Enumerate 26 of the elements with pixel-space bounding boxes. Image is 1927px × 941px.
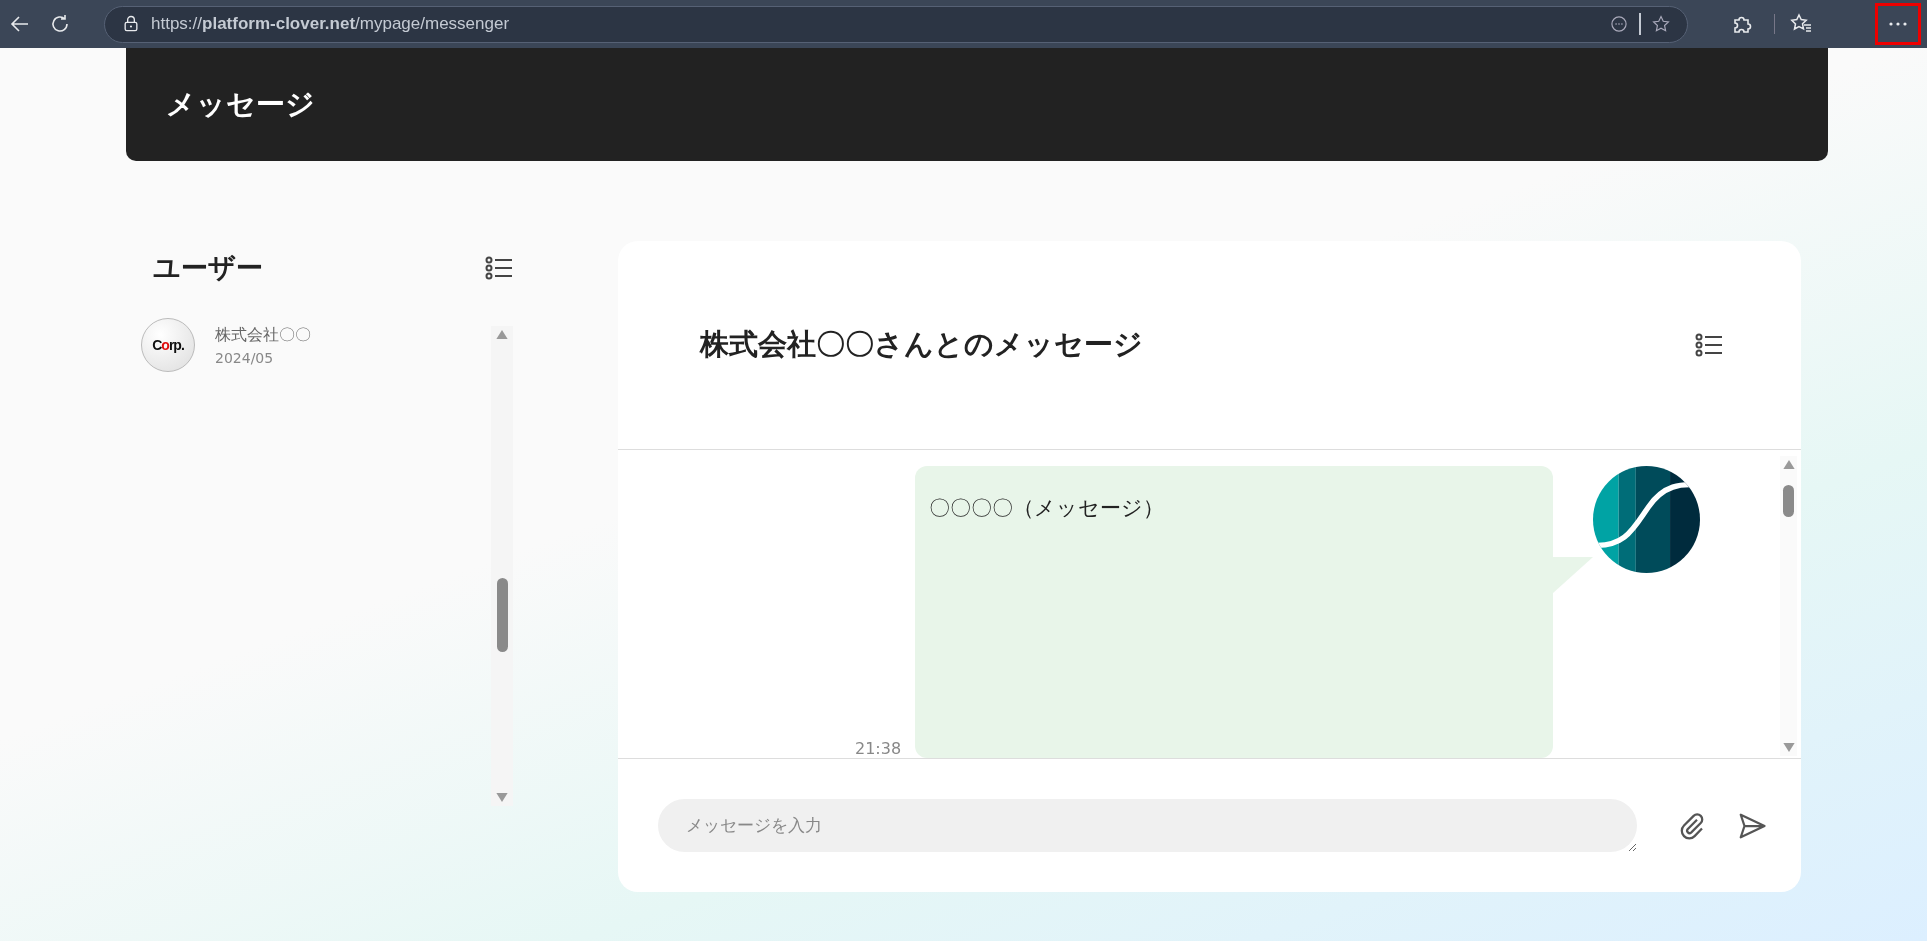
more-circle-icon[interactable] <box>1609 14 1629 34</box>
star-icon[interactable] <box>1651 14 1671 34</box>
message-time: 21:38 <box>855 739 902 758</box>
page-title: メッセージ <box>166 85 315 123</box>
chat-title: 株式会社〇〇さんとのメッセージ <box>700 326 1143 363</box>
user-date: 2024/05 <box>215 349 275 366</box>
message-text: 〇〇〇〇（メッセージ） <box>929 496 1165 520</box>
user-name: 株式会社〇〇 <box>215 324 311 346</box>
more-icon <box>1889 22 1907 26</box>
scroll-down-icon[interactable] <box>1782 743 1795 752</box>
scroll-up-icon[interactable] <box>496 330 508 339</box>
avatar-icon <box>1593 466 1701 573</box>
company-avatar: Corp. <box>141 318 195 372</box>
list-icon[interactable] <box>485 256 513 280</box>
list-icon[interactable] <box>1695 333 1723 357</box>
users-title: ユーザー <box>153 251 263 285</box>
scrollbar[interactable] <box>491 326 513 806</box>
scrollbar-thumb[interactable] <box>496 578 508 652</box>
scrollbar-thumb[interactable] <box>1783 485 1794 517</box>
scroll-down-icon[interactable] <box>496 793 508 802</box>
scroll-up-icon[interactable] <box>1782 460 1795 469</box>
user-item[interactable]: Corp. 株式会社〇〇 2024/05 <box>141 318 491 372</box>
message-input[interactable]: メッセージを入力 <box>658 799 1637 852</box>
address-bar[interactable]: https://platform-clover.net/mypage/messenger <box>104 5 1688 43</box>
scrollbar[interactable] <box>1780 456 1797 756</box>
url-text[interactable]: https://platform-clover.net/mypage/messenger <box>151 14 1599 34</box>
